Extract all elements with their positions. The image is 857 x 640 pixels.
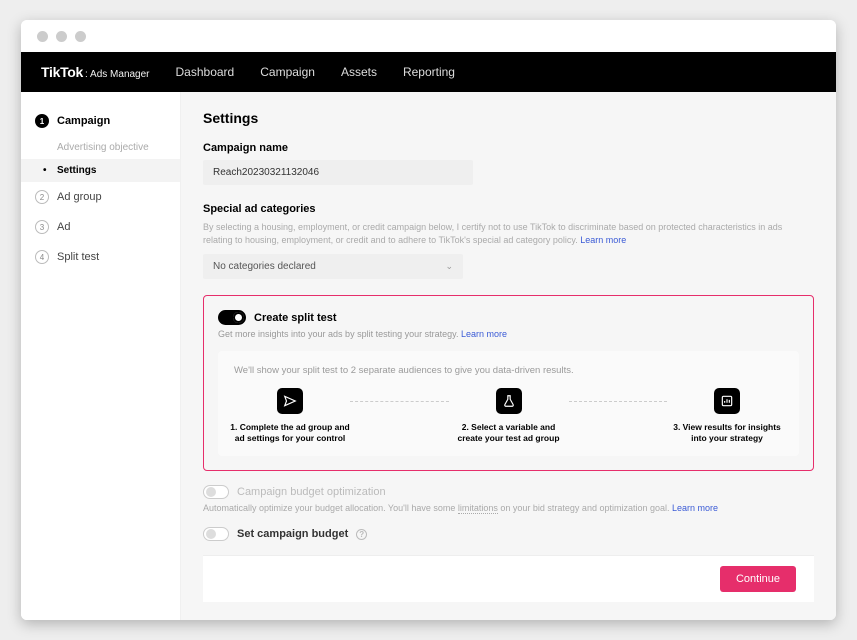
campaign-name-label: Campaign name <box>203 142 814 154</box>
step-number-icon: 1 <box>35 114 49 128</box>
cbo-section: Campaign budget optimization Automatical… <box>203 485 814 513</box>
step-text: 1. Complete the ad group and ad settings… <box>230 422 350 444</box>
budget-label: Set campaign budget <box>237 528 348 540</box>
top-nav: TikTok: Ads Manager Dashboard Campaign A… <box>21 52 836 92</box>
step-2: 2. Select a variable and create your tes… <box>449 388 569 444</box>
nav-reporting[interactable]: Reporting <box>403 65 455 79</box>
split-test-steps: We'll show your split test to 2 separate… <box>218 351 799 456</box>
step-connector <box>569 401 668 402</box>
footer-bar: Continue <box>203 555 814 602</box>
main-panel: Settings Campaign name Special ad catego… <box>181 92 836 620</box>
brand-logo: TikTok: Ads Manager <box>41 64 150 80</box>
campaign-name-input[interactable] <box>203 160 473 185</box>
split-test-card: Create split test Get more insights into… <box>203 295 814 471</box>
cbo-label: Campaign budget optimization <box>237 486 386 498</box>
traffic-light-close[interactable] <box>37 31 48 42</box>
sidebar-step-ad[interactable]: 3 Ad <box>21 212 180 242</box>
step-number-icon: 3 <box>35 220 49 234</box>
special-ad-categories-select[interactable]: No categories declared ⌄ <box>203 254 463 279</box>
budget-toggle[interactable] <box>203 527 229 541</box>
page-title: Settings <box>203 110 814 126</box>
split-test-desc: Get more insights into your ads by split… <box>218 329 799 339</box>
step-text: 3. View results for insights into your s… <box>667 422 787 444</box>
learn-more-link[interactable]: Learn more <box>461 329 507 339</box>
sidebar-sub-settings[interactable]: Settings <box>21 159 180 182</box>
nav-campaign[interactable]: Campaign <box>260 65 315 79</box>
learn-more-link[interactable]: Learn more <box>580 235 626 245</box>
steps-intro: We'll show your split test to 2 separate… <box>230 365 787 376</box>
step-number-icon: 4 <box>35 250 49 264</box>
step-number-icon: 2 <box>35 190 49 204</box>
cbo-desc: Automatically optimize your budget alloc… <box>203 503 814 513</box>
split-test-label: Create split test <box>254 312 337 324</box>
step-1: 1. Complete the ad group and ad settings… <box>230 388 350 444</box>
special-ad-categories-label: Special ad categories <box>203 203 814 215</box>
nav-assets[interactable]: Assets <box>341 65 377 79</box>
sidebar-label: Ad group <box>57 191 102 203</box>
window-titlebar <box>21 20 836 52</box>
beaker-icon <box>496 388 522 414</box>
select-value: No categories declared <box>213 261 316 272</box>
traffic-light-min[interactable] <box>56 31 67 42</box>
send-icon <box>277 388 303 414</box>
step-connector <box>350 401 449 402</box>
sidebar-label: Campaign <box>57 115 110 127</box>
chevron-down-icon: ⌄ <box>445 261 453 272</box>
help-icon[interactable]: ? <box>356 529 367 540</box>
app-window: TikTok: Ads Manager Dashboard Campaign A… <box>21 20 836 620</box>
step-3: 3. View results for insights into your s… <box>667 388 787 444</box>
budget-section: Set campaign budget ? <box>203 527 814 541</box>
chart-icon <box>714 388 740 414</box>
cbo-toggle[interactable] <box>203 485 229 499</box>
special-ad-categories-desc: By selecting a housing, employment, or c… <box>203 221 814 246</box>
sidebar-step-campaign[interactable]: 1 Campaign <box>21 106 180 136</box>
sidebar-sub-objective[interactable]: Advertising objective <box>21 136 180 159</box>
step-text: 2. Select a variable and create your tes… <box>449 422 569 444</box>
sidebar-label: Split test <box>57 251 99 263</box>
continue-button[interactable]: Continue <box>720 566 796 592</box>
split-test-toggle[interactable] <box>218 310 246 325</box>
sidebar-label: Ad <box>57 221 70 233</box>
sidebar-step-adgroup[interactable]: 2 Ad group <box>21 182 180 212</box>
sidebar-step-split[interactable]: 4 Split test <box>21 242 180 272</box>
nav-dashboard[interactable]: Dashboard <box>176 65 235 79</box>
body: 1 Campaign Advertising objective Settings… <box>21 92 836 620</box>
traffic-light-max[interactable] <box>75 31 86 42</box>
learn-more-link[interactable]: Learn more <box>672 503 718 513</box>
sidebar: 1 Campaign Advertising objective Settings… <box>21 92 181 620</box>
